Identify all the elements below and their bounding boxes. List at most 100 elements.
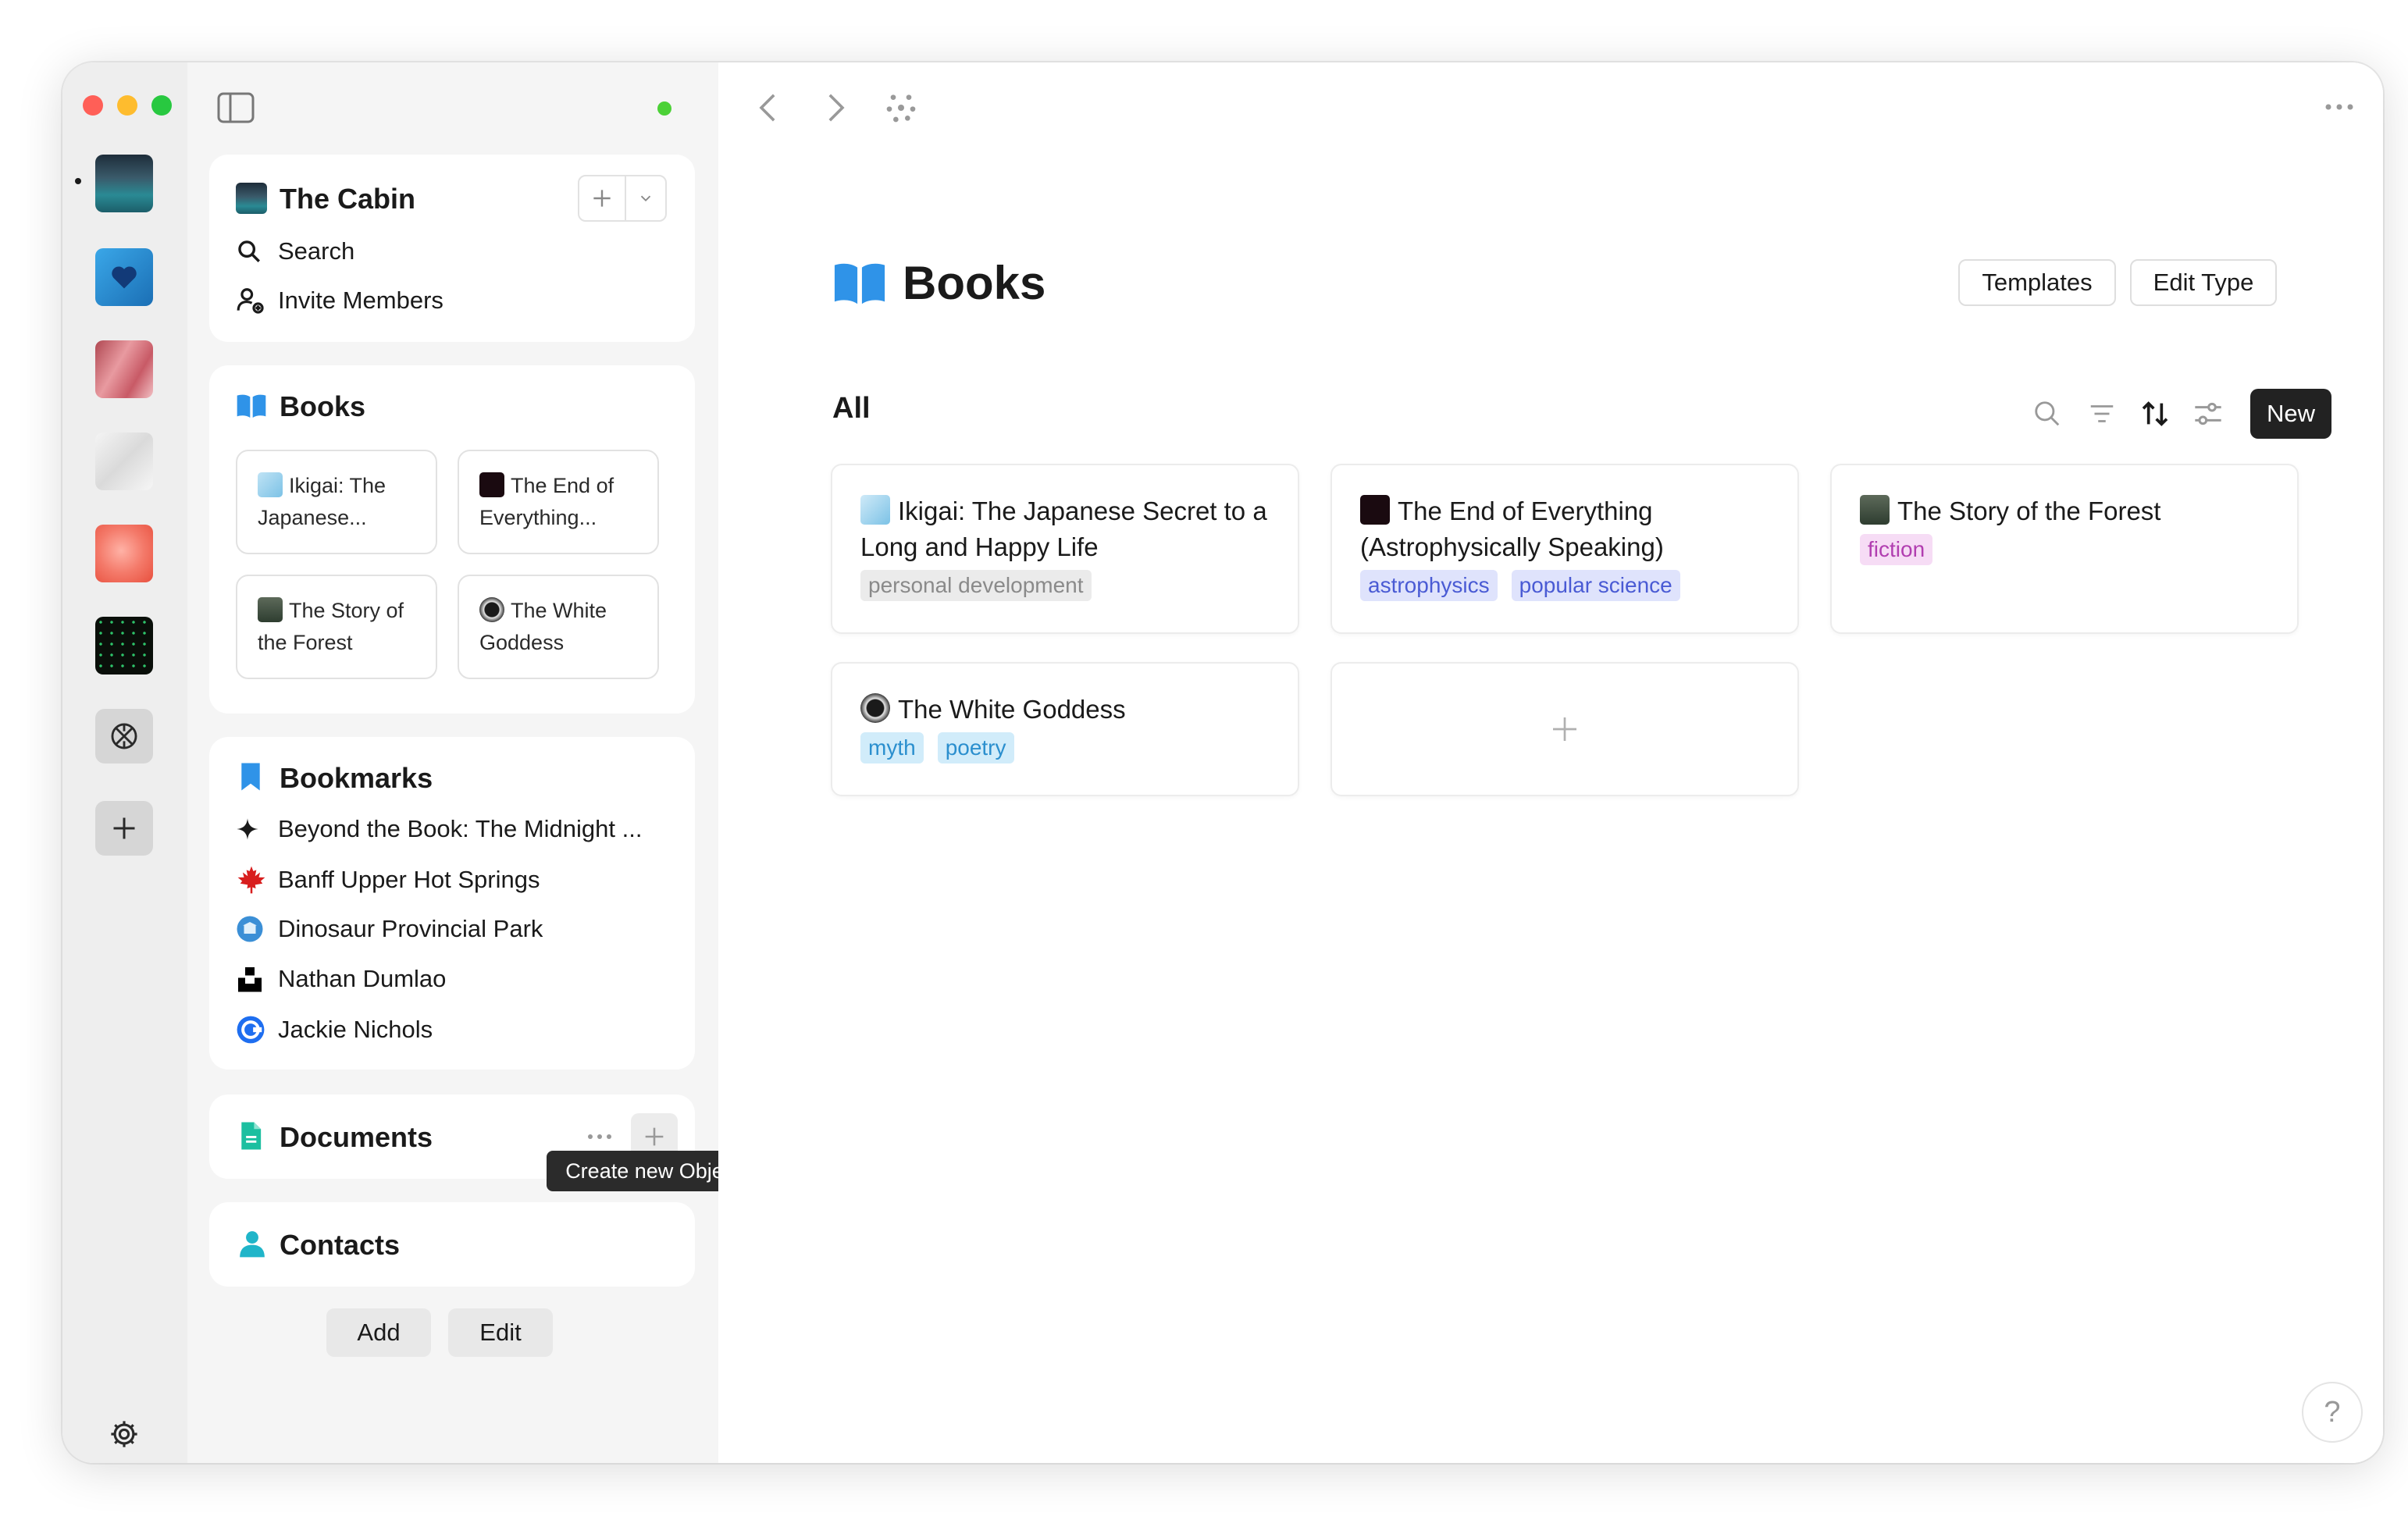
edit-type-button[interactable]: Edit Type	[2130, 259, 2277, 306]
space-pink-feathers[interactable]	[95, 340, 153, 398]
tag-list: fiction	[1860, 534, 1933, 565]
books-widget-item[interactable]: The End of Everything...	[458, 450, 659, 554]
chevron-left-icon	[759, 94, 775, 122]
tag: fiction	[1860, 534, 1933, 565]
active-space-indicator	[75, 178, 81, 184]
toggle-sidebar-button[interactable]	[217, 92, 255, 127]
chevron-right-icon	[828, 94, 845, 122]
book-cover-icon	[1860, 495, 1890, 525]
contact-icon	[237, 1229, 267, 1262]
filter-button[interactable]	[2079, 390, 2125, 437]
bookmark-item[interactable]: Dinosaur Provincial Park	[236, 915, 543, 943]
add-space-button[interactable]	[95, 801, 153, 856]
space-white-fabric[interactable]	[95, 432, 153, 490]
app-window: The Cabin Search Invite Members Books Ik…	[62, 62, 2383, 1463]
gear-icon	[111, 1421, 137, 1447]
bookmark-item[interactable]: Jackie Nichols	[236, 1015, 433, 1045]
book-cover-icon	[1360, 495, 1390, 525]
settings-button[interactable]	[106, 1416, 142, 1452]
tag: poetry	[937, 732, 1014, 764]
sparkle-icon	[236, 817, 267, 841]
unsplash-icon	[236, 965, 267, 993]
view-tab-all[interactable]: All	[832, 392, 871, 425]
gallery-button[interactable]	[95, 709, 153, 764]
page-title[interactable]: Books	[903, 256, 1045, 310]
book-cover-icon	[258, 597, 283, 622]
object-card[interactable]: The End of Everything (Astrophysically S…	[1330, 464, 1799, 634]
bookmark-icon	[239, 762, 262, 796]
main-panel: Books Templates Edit Type All New Ikigai…	[718, 62, 2383, 1463]
space-coral-flower[interactable]	[95, 525, 153, 582]
bookmarks-widget: Bookmarks Beyond the Book: The Midnight …	[209, 737, 695, 1070]
object-title: The End of Everything (Astrophysically S…	[1360, 497, 1664, 561]
book-icon	[832, 260, 887, 307]
search-row[interactable]: Search	[236, 237, 354, 265]
add-object-card[interactable]	[1330, 662, 1799, 796]
new-object-button[interactable]: New	[2250, 389, 2331, 439]
sidebar-toggle-icon	[217, 92, 255, 123]
space-dark-stars[interactable]	[95, 617, 153, 675]
graph-view-button[interactable]	[885, 92, 917, 127]
search-objects-button[interactable]	[2024, 390, 2071, 437]
sidebar: The Cabin Search Invite Members Books Ik…	[187, 62, 718, 1463]
contacts-widget: Contacts	[209, 1202, 695, 1287]
document-icon	[239, 1121, 262, 1155]
sort-icon	[2142, 401, 2168, 426]
space-rail	[62, 62, 187, 1463]
books-widget: Books Ikigai: The Japanese... The End of…	[209, 365, 695, 714]
space-heart[interactable]	[95, 248, 153, 306]
forward-button[interactable]	[821, 91, 850, 129]
more-horizontal-icon	[2325, 104, 2353, 110]
unesco-icon	[236, 915, 267, 943]
space-name[interactable]: The Cabin	[280, 183, 415, 215]
create-object-button[interactable]	[579, 176, 626, 220]
books-widget-item[interactable]: Ikigai: The Japanese...	[236, 450, 437, 554]
space-card: The Cabin Search Invite Members	[209, 155, 695, 342]
plus-icon	[593, 190, 611, 207]
object-card[interactable]: Ikigai: The Japanese Secret to a Long an…	[831, 464, 1299, 634]
page-menu-button[interactable]	[2324, 101, 2355, 116]
contacts-widget-title[interactable]: Contacts	[280, 1229, 400, 1262]
page-title-block: Books	[832, 256, 1045, 310]
object-type-dropdown[interactable]	[626, 176, 665, 220]
bookmark-item[interactable]: Nathan Dumlao	[236, 965, 446, 993]
space-the-cabin[interactable]	[95, 155, 153, 212]
books-widget-item[interactable]: The Story of the Forest	[236, 575, 437, 679]
edit-widgets-button[interactable]: Edit	[448, 1308, 553, 1357]
book-cover-icon	[860, 495, 890, 525]
bookmarks-widget-title[interactable]: Bookmarks	[280, 762, 433, 795]
back-button[interactable]	[754, 91, 782, 129]
zoom-window-button[interactable]	[151, 95, 172, 116]
object-card[interactable]: The Story of the Forest fiction	[1830, 464, 2299, 634]
object-card[interactable]: The White Goddess myth poetry	[831, 662, 1299, 796]
tag: astrophysics	[1360, 570, 1498, 601]
create-object-split-button	[578, 175, 667, 222]
documents-widget-title[interactable]: Documents	[280, 1121, 433, 1154]
close-window-button[interactable]	[83, 95, 103, 116]
bookmark-item[interactable]: Banff Upper Hot Springs	[236, 865, 540, 895]
c-logo-icon	[236, 1015, 267, 1045]
books-widget-title[interactable]: Books	[280, 390, 365, 423]
tag-list: astrophysics popular science	[1360, 570, 1680, 601]
filter-icon	[2090, 405, 2114, 422]
tag: myth	[860, 732, 924, 764]
object-title: The White Goddess	[898, 695, 1126, 724]
search-label: Search	[278, 237, 355, 265]
maple-leaf-icon	[236, 865, 267, 895]
plus-icon	[645, 1127, 664, 1146]
invite-members-row[interactable]: Invite Members	[236, 286, 443, 315]
books-widget-item[interactable]: The White Goddess	[458, 575, 659, 679]
book-cover-icon	[479, 597, 504, 622]
widget-options-button[interactable]	[584, 1121, 615, 1152]
templates-button[interactable]: Templates	[1958, 259, 2116, 306]
plus-icon	[1553, 717, 1576, 741]
graph-icon	[886, 94, 916, 123]
minimize-window-button[interactable]	[117, 95, 137, 116]
sort-button[interactable]	[2132, 390, 2178, 437]
space-icon	[236, 183, 267, 214]
book-cover-icon	[860, 693, 890, 723]
add-widget-button[interactable]: Add	[326, 1308, 431, 1357]
view-settings-button[interactable]	[2185, 390, 2232, 437]
bookmark-item[interactable]: Beyond the Book: The Midnight ...	[236, 815, 642, 843]
help-button[interactable]: ?	[2302, 1382, 2363, 1443]
